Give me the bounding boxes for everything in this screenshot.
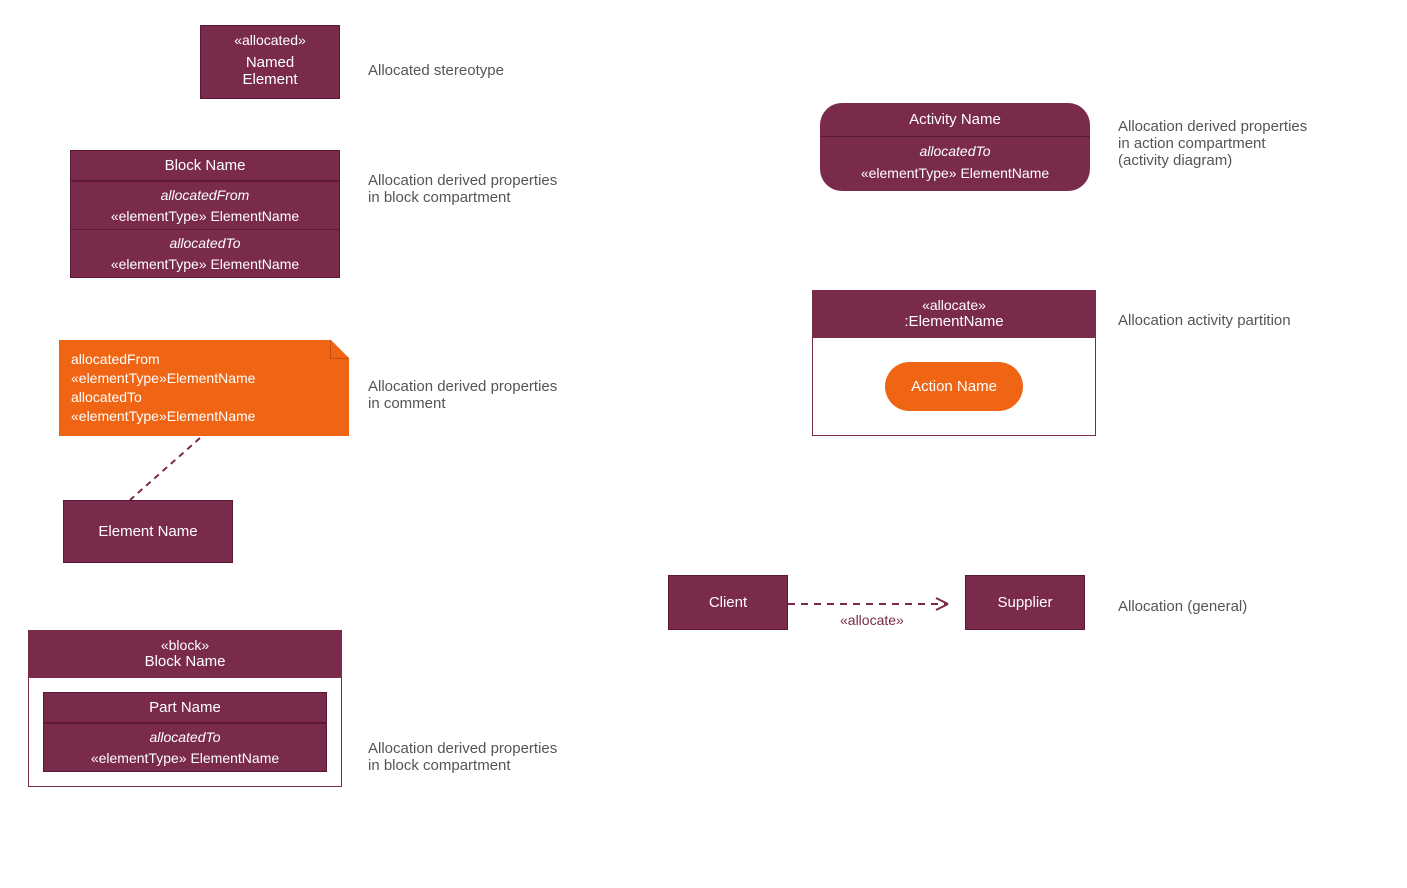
allocated-stereotype-caption: Allocated stereotype — [368, 62, 504, 79]
allocated-to-value: «elementType» ElementName — [71, 256, 339, 277]
comment-caption: Allocation derived properties in comment — [368, 378, 557, 412]
block-compartment-caption: Allocation derived properties in block c… — [368, 172, 557, 206]
allocated-from-label: allocatedFrom — [71, 181, 339, 208]
client-box: Client — [668, 575, 788, 630]
allocated-stereotype-box: «allocated» Named Element — [200, 25, 340, 99]
supplier-box: Supplier — [965, 575, 1085, 630]
comment-line3: allocatedTo — [71, 388, 337, 407]
activity-allocated-to-value: «elementType» ElementName — [820, 165, 1090, 191]
block-with-part-box: «block» Block Name Part Name allocatedTo… — [28, 630, 342, 787]
part-box: Part Name allocatedTo «elementType» Elem… — [43, 692, 327, 772]
partition-header: «allocate» :ElementName — [813, 291, 1095, 338]
block-compartment-box: Block Name allocatedFrom «elementType» E… — [70, 150, 340, 278]
activity-box: Activity Name allocatedTo «elementType» … — [820, 103, 1090, 191]
activity-allocated-to-label: allocatedTo — [820, 137, 1090, 165]
block-part-header: «block» Block Name — [29, 631, 341, 678]
note-connector-line — [110, 438, 230, 508]
allocate-stereotype-label: «allocate» — [840, 612, 904, 628]
named-element-line2: Element — [209, 71, 331, 88]
activity-partition-box: «allocate» :ElementName Action Name — [812, 290, 1096, 436]
comment-line2: «elementType»ElementName — [71, 369, 337, 388]
block-name-header: Block Name — [71, 151, 339, 181]
activity-caption: Allocation derived properties in action … — [1118, 118, 1307, 169]
action-pill: Action Name — [885, 362, 1023, 411]
allocated-to-label: allocatedTo — [71, 229, 339, 256]
part-name-header: Part Name — [44, 693, 326, 723]
part-allocated-to-value: «elementType» ElementName — [44, 750, 326, 771]
partition-caption: Allocation activity partition — [1118, 312, 1291, 329]
part-allocated-to-label: allocatedTo — [44, 723, 326, 750]
general-caption: Allocation (general) — [1118, 598, 1247, 615]
comment-note: allocatedFrom «elementType»ElementName a… — [59, 340, 349, 436]
activity-name-header: Activity Name — [820, 103, 1090, 137]
block-part-caption: Allocation derived properties in block c… — [368, 740, 557, 774]
named-element-line1: Named — [209, 54, 331, 71]
element-name-box: Element Name — [63, 500, 233, 563]
allocated-from-value: «elementType» ElementName — [71, 208, 339, 229]
comment-line4: «elementType»ElementName — [71, 407, 337, 426]
comment-line1: allocatedFrom — [71, 350, 337, 369]
stereotype-label: «allocated» — [209, 32, 331, 48]
